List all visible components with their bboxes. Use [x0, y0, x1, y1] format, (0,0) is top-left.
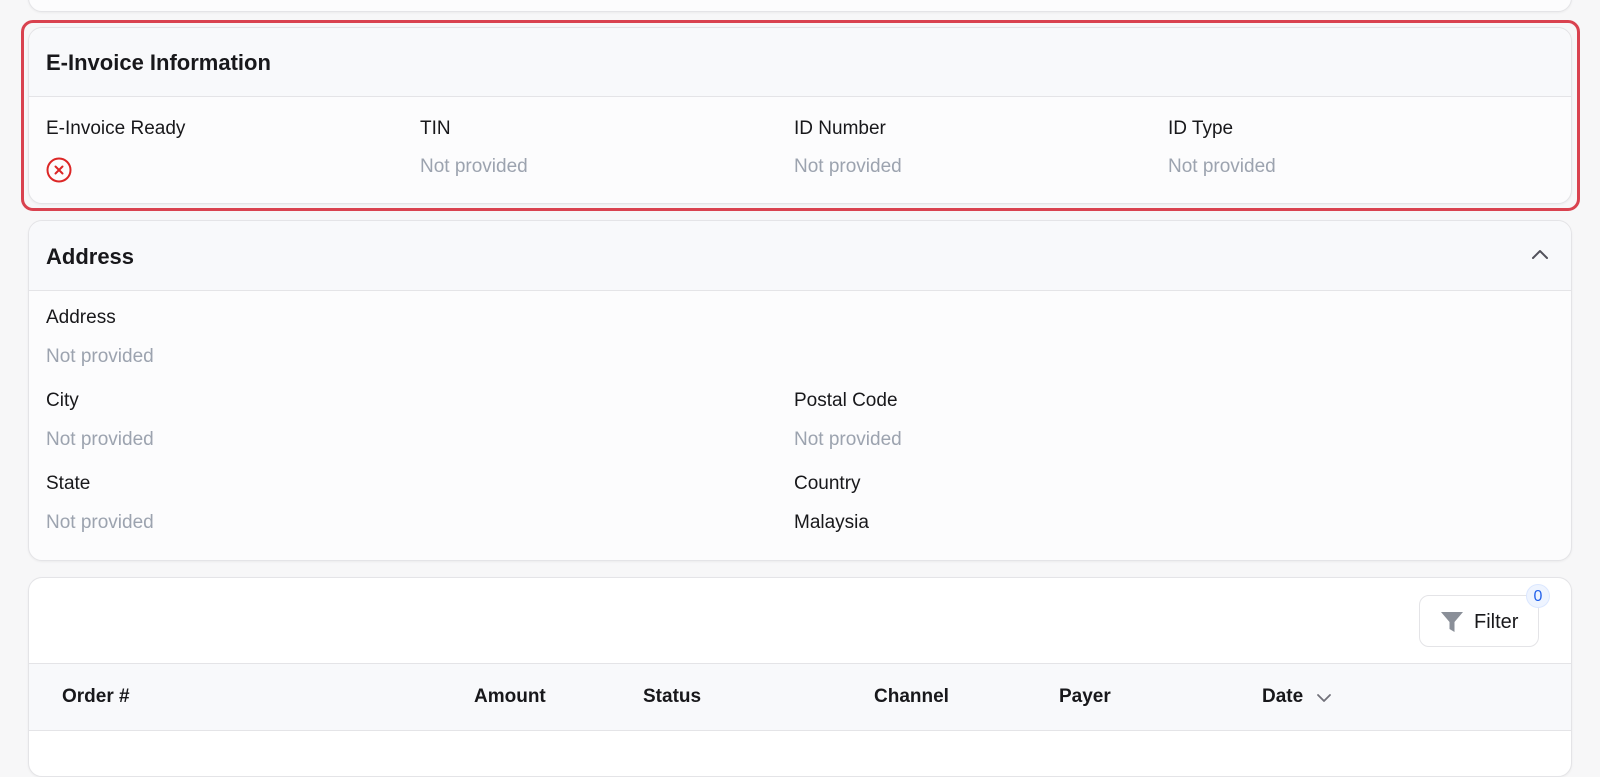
state-value: Not provided	[46, 512, 154, 533]
id-type-label: ID Type	[1168, 118, 1234, 139]
address-card: Address Address Not provided City Not pr…	[28, 220, 1572, 561]
einvoice-ready-label: E-Invoice Ready	[46, 118, 186, 139]
tin-label: TIN	[420, 118, 451, 139]
filter-count-badge: 0	[1526, 584, 1550, 608]
country-label: Country	[794, 473, 861, 494]
column-header-date[interactable]: Date	[1262, 686, 1303, 708]
postal-code-label: Postal Code	[794, 390, 898, 411]
einvoice-card-title: E-Invoice Information	[46, 50, 271, 75]
address-card-header[interactable]: Address	[29, 221, 1571, 291]
einvoice-card: E-Invoice Information E-Invoice Ready TI…	[28, 27, 1572, 204]
column-header-payer[interactable]: Payer	[1059, 686, 1111, 708]
column-header-channel[interactable]: Channel	[874, 686, 949, 708]
city-value: Not provided	[46, 429, 154, 450]
filter-label: Filter	[1474, 611, 1519, 633]
id-number-value: Not provided	[794, 156, 902, 177]
column-header-order[interactable]: Order #	[62, 686, 130, 708]
column-header-amount[interactable]: Amount	[474, 686, 546, 708]
address-card-title: Address	[46, 244, 135, 269]
tin-value: Not provided	[420, 156, 528, 177]
city-label: City	[46, 390, 79, 411]
chevron-down-icon[interactable]	[1316, 692, 1332, 704]
country-value: Malaysia	[794, 512, 869, 533]
orders-table-card: Filter 0 Order # Amount Status Channel P…	[28, 577, 1572, 777]
close-circle-icon	[46, 157, 72, 183]
id-number-label: ID Number	[794, 118, 886, 139]
filter-icon	[1441, 612, 1463, 632]
filter-button[interactable]: Filter 0	[1419, 584, 1550, 647]
previous-section-card	[28, 0, 1572, 12]
column-header-status[interactable]: Status	[643, 686, 701, 708]
address-value: Not provided	[46, 346, 154, 367]
state-label: State	[46, 473, 91, 494]
chevron-up-icon[interactable]	[1531, 247, 1549, 261]
id-type-value: Not provided	[1168, 156, 1276, 177]
einvoice-card-header: E-Invoice Information	[29, 28, 1571, 97]
table-header-row: Order # Amount Status Channel Payer Date	[29, 663, 1571, 731]
address-label: Address	[46, 307, 116, 328]
postal-code-value: Not provided	[794, 429, 902, 450]
